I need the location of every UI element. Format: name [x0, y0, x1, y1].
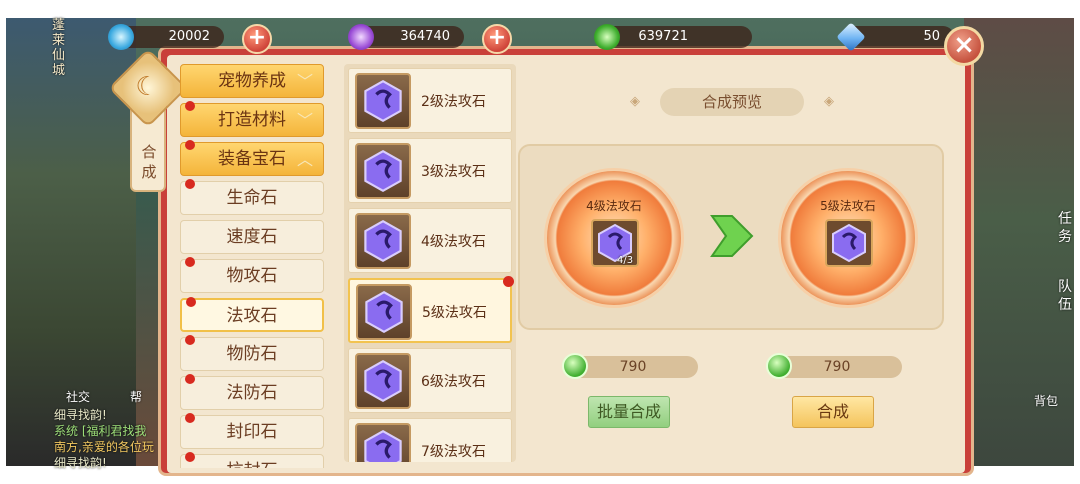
gem-label: 3级法攻石: [421, 164, 486, 180]
gem-row[interactable]: 4级法攻石: [348, 208, 512, 273]
target-slot[interactable]: [825, 219, 873, 267]
notification-dot: [185, 335, 195, 345]
gem-icon: [355, 143, 411, 199]
currency-blue: 20002: [108, 24, 224, 50]
category-item[interactable]: 法攻石: [180, 297, 324, 332]
chevron-down-icon: ﹀: [296, 72, 313, 91]
gem-icon: [355, 353, 411, 409]
gem-list: 2级法攻石 3级法攻石 4级法攻石 5级法攻石 6级法攻石 7级法攻石: [344, 64, 516, 462]
category-item[interactable]: 装备宝石 ︿: [180, 140, 324, 176]
diamond-icon: [836, 22, 866, 52]
city-label: 蓬 莱 仙 城: [52, 18, 66, 78]
notification-dot: [185, 257, 195, 267]
gem-row[interactable]: 6级法攻石: [348, 348, 512, 413]
target-name: 5级法攻石: [820, 199, 876, 213]
category-label: 物防石: [226, 344, 278, 364]
currency-green: 639721: [594, 24, 752, 50]
notification-dot: [185, 140, 195, 150]
batch-synthesize-button[interactable]: 批量合成: [588, 396, 670, 428]
currency-bar: 20002 + 364740 + 639721 50: [100, 22, 1000, 54]
chevron-up-icon: ︿: [296, 150, 313, 169]
category-label: 封印石: [226, 422, 278, 442]
category-label: 装备宝石: [218, 149, 286, 169]
gem-icon: [832, 223, 866, 263]
gem-label: 7级法攻石: [421, 444, 486, 460]
currency-purple: 364740: [348, 24, 464, 50]
gem-label: 5级法攻石: [422, 305, 487, 321]
notification-dot: [185, 101, 195, 111]
chat-line: 南方,亲爱的各位玩: [54, 440, 154, 454]
category-label: 法攻石: [226, 306, 278, 326]
notification-dot: [503, 276, 514, 287]
bag-button[interactable]: 背包: [1034, 392, 1058, 409]
tab-synthesis-label: 合 成: [141, 143, 157, 181]
batch-cost-value: 790: [619, 359, 647, 375]
currency-diamond: 50: [836, 22, 954, 52]
category-item[interactable]: 物攻石: [180, 257, 324, 293]
green-coin-icon: [594, 24, 620, 50]
gem-label: 6级法攻石: [421, 374, 486, 390]
social-button[interactable]: 社交: [66, 388, 90, 405]
gem-row[interactable]: 2级法攻石: [348, 68, 512, 133]
green-coin-icon: [766, 353, 792, 379]
currency-value: 20002: [168, 29, 210, 44]
add-currency-button[interactable]: +: [242, 24, 272, 54]
preview-title: 合成预览: [630, 88, 834, 116]
category-item[interactable]: 法防石: [180, 374, 324, 410]
source-count: 4/3: [617, 255, 634, 266]
category-item[interactable]: 抗封石: [180, 452, 324, 468]
chat-line: 细寻找韵!: [54, 408, 107, 422]
arrow-right-icon: [710, 215, 754, 257]
gem-row[interactable]: 7级法攻石: [348, 418, 512, 462]
task-button[interactable]: 任 务: [1058, 210, 1072, 246]
blue-gem-icon: [108, 24, 134, 50]
gem-label: 2级法攻石: [421, 94, 486, 110]
gem-icon: [356, 284, 412, 340]
category-label: 抗封石: [227, 461, 278, 468]
notification-dot: [185, 452, 195, 462]
category-item[interactable]: 打造材料 ﹀: [180, 101, 324, 137]
category-label: 打造材料: [218, 110, 286, 130]
gem-row[interactable]: 3级法攻石: [348, 138, 512, 203]
source-name: 4级法攻石: [586, 199, 642, 213]
category-item[interactable]: 速度石: [180, 220, 324, 254]
green-coin-icon: [562, 353, 588, 379]
gem-icon: [355, 213, 411, 269]
help-button[interactable]: 帮: [130, 388, 142, 405]
category-label: 法防石: [226, 383, 278, 403]
gem-icon: [355, 73, 411, 129]
batch-cost: 790: [562, 353, 698, 379]
gem-icon: [355, 423, 411, 462]
close-button[interactable]: ×: [944, 26, 984, 66]
category-item[interactable]: 宠物养成 ﹀: [180, 64, 324, 98]
category-item[interactable]: 生命石: [180, 179, 324, 215]
synthesize-button[interactable]: 合成: [792, 396, 874, 428]
notification-dot: [185, 413, 195, 423]
chat-line: 系统 [福利君找我: [54, 424, 147, 438]
add-currency-button[interactable]: +: [482, 24, 512, 54]
notification-dot: [186, 297, 196, 307]
target-ring: 5级法攻石: [778, 168, 918, 308]
chevron-down-icon: ﹀: [296, 111, 313, 130]
category-list: 宠物养成 ﹀ 打造材料 ﹀ 装备宝石 ︿ 生命石速度石物攻石法攻石物防石法防石封印石抗封石: [180, 64, 328, 468]
purple-orb-icon: [348, 24, 374, 50]
chat-line: 细寻找韵!: [54, 456, 107, 470]
currency-value: 50: [923, 29, 940, 44]
category-label: 速度石: [226, 227, 278, 247]
notification-dot: [185, 179, 195, 189]
team-button[interactable]: 队 伍: [1058, 278, 1072, 314]
category-item[interactable]: 封印石: [180, 413, 324, 449]
notification-dot: [185, 374, 195, 384]
source-ring: 4级法攻石 4/3: [544, 168, 684, 308]
category-label: 生命石: [226, 188, 278, 208]
gem-label: 4级法攻石: [421, 234, 486, 250]
single-cost-value: 790: [823, 359, 851, 375]
currency-value: 364740: [400, 29, 450, 44]
category-label: 宠物养成: [218, 71, 286, 91]
category-item[interactable]: 物防石: [180, 335, 324, 371]
currency-value: 639721: [638, 29, 688, 44]
single-cost: 790: [766, 353, 902, 379]
category-label: 物攻石: [226, 266, 278, 286]
gem-row[interactable]: 5级法攻石: [348, 276, 514, 343]
